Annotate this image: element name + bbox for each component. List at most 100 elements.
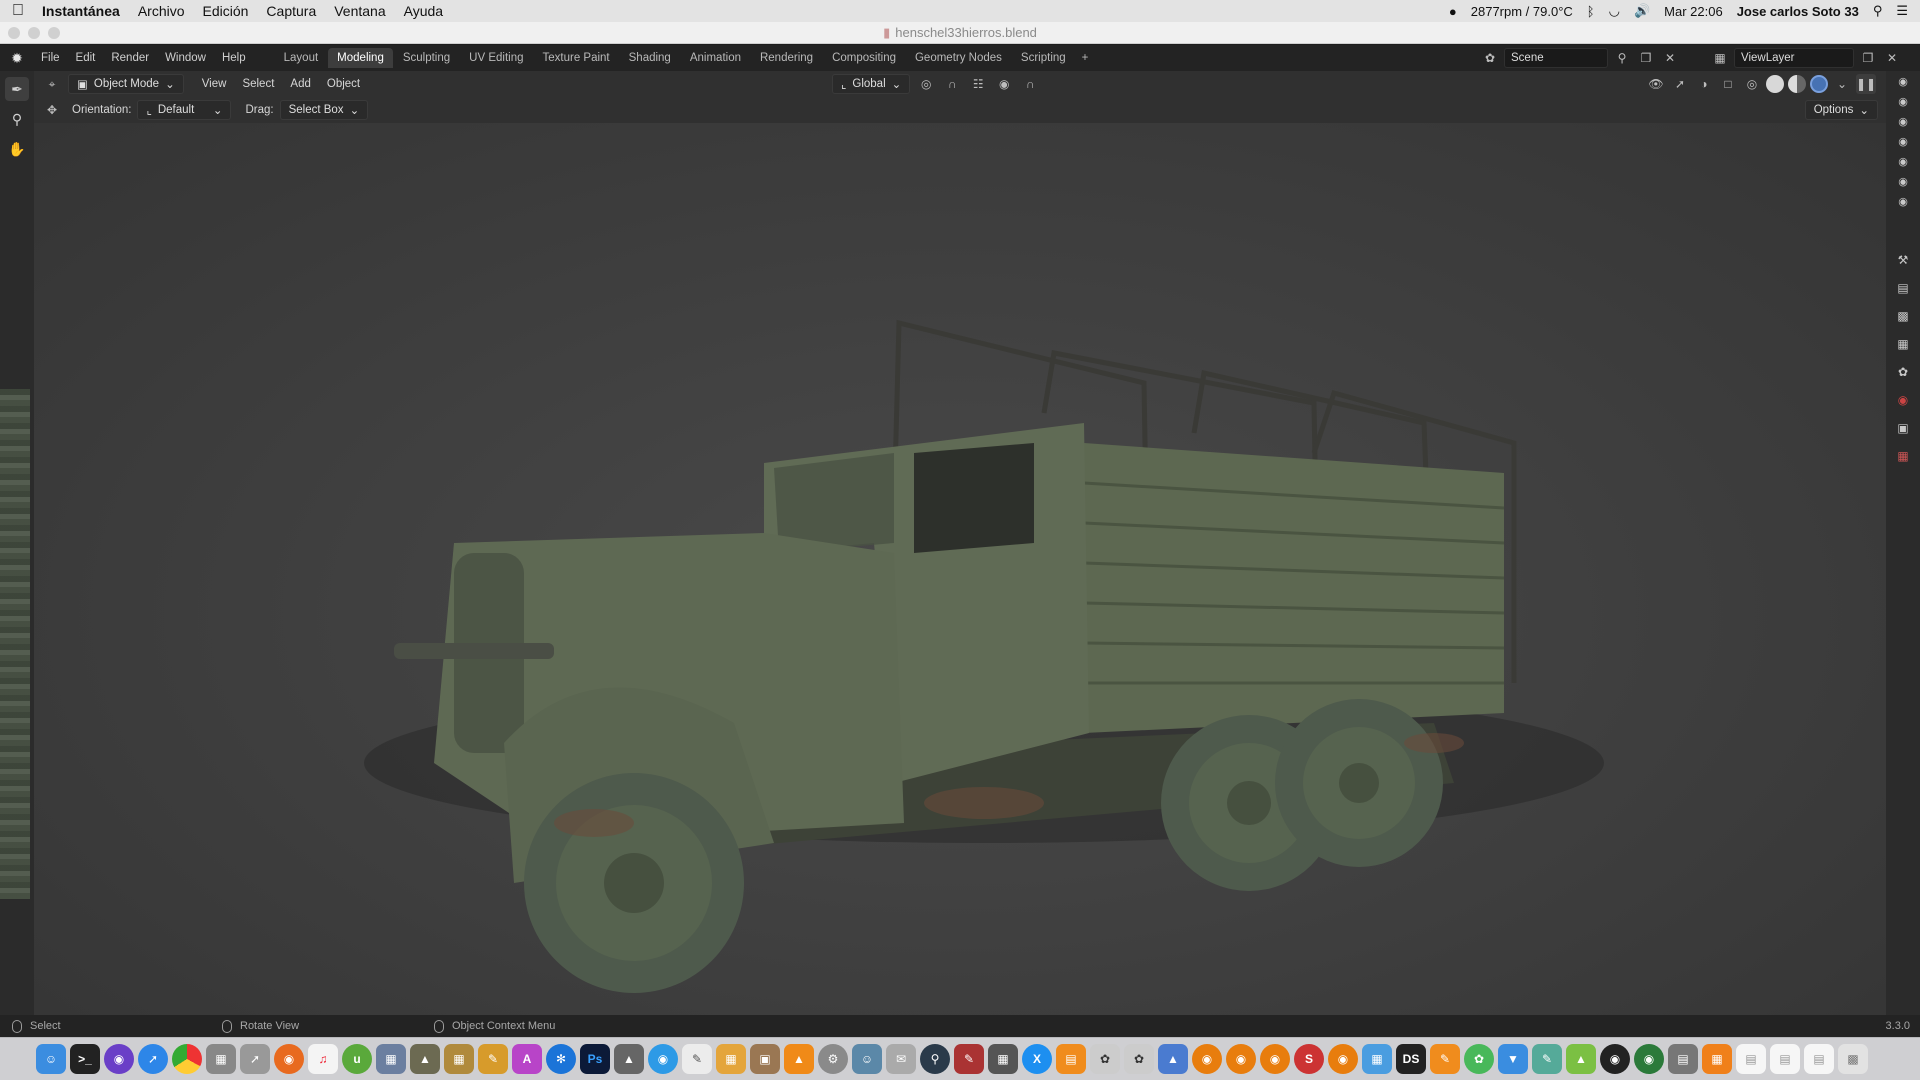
- view-layer-name-field[interactable]: ViewLayer: [1734, 48, 1854, 68]
- blender-app-icon[interactable]: ◉: [1260, 1044, 1290, 1074]
- mac-menu-ventana[interactable]: Ventana: [334, 3, 385, 19]
- siri-icon[interactable]: ◉: [104, 1044, 134, 1074]
- rendered-shading-icon[interactable]: [1810, 75, 1828, 93]
- world-properties-icon[interactable]: ◉: [1893, 393, 1913, 413]
- app-icon[interactable]: ✿: [1464, 1044, 1494, 1074]
- snap-icon[interactable]: ∩: [942, 74, 962, 94]
- app-icon[interactable]: ✉: [886, 1044, 916, 1074]
- visibility-icon[interactable]: 👁: [1646, 74, 1666, 94]
- tab-scripting[interactable]: Scripting: [1012, 48, 1075, 68]
- pin-tool-icon[interactable]: ✒: [5, 77, 29, 101]
- music-icon[interactable]: ♫: [308, 1044, 338, 1074]
- app-icon[interactable]: ✿: [1124, 1044, 1154, 1074]
- tab-layout[interactable]: Layout: [275, 48, 328, 68]
- apple-icon[interactable]: : [12, 2, 24, 20]
- mac-menu-archivo[interactable]: Archivo: [138, 3, 185, 19]
- fan-status-icon[interactable]: ●: [1449, 4, 1457, 19]
- app-icon[interactable]: ◉: [1600, 1044, 1630, 1074]
- document-icon[interactable]: ▤: [1804, 1044, 1834, 1074]
- search-icon[interactable]: ⚲: [1873, 3, 1883, 19]
- app-icon[interactable]: ✎: [478, 1044, 508, 1074]
- app-icon[interactable]: ◉: [648, 1044, 678, 1074]
- app-icon[interactable]: ▤: [1668, 1044, 1698, 1074]
- add-workspace-button[interactable]: +: [1076, 48, 1095, 68]
- pin-icon[interactable]: ⚲: [1612, 48, 1632, 68]
- app-icon[interactable]: ▦: [1362, 1044, 1392, 1074]
- texture-properties-icon[interactable]: ▦: [1893, 449, 1913, 469]
- render-properties-icon[interactable]: ▤: [1893, 281, 1913, 301]
- zoom-tool-icon[interactable]: ⚲: [5, 107, 29, 131]
- clock[interactable]: Mar 22:06: [1664, 4, 1723, 19]
- app-icon[interactable]: ▼: [1498, 1044, 1528, 1074]
- mac-app-name[interactable]: Instantánea: [42, 3, 120, 19]
- menu-file[interactable]: File: [34, 49, 67, 67]
- header-menu-add[interactable]: Add: [282, 78, 318, 90]
- solid-shading-icon[interactable]: [1766, 75, 1784, 93]
- android-studio-icon[interactable]: ▲: [1566, 1044, 1596, 1074]
- daz-studio-icon[interactable]: DS: [1396, 1044, 1426, 1074]
- minimize-window-button[interactable]: [28, 27, 40, 39]
- document-icon[interactable]: ▤: [1736, 1044, 1766, 1074]
- camera-icon[interactable]: ◉: [1893, 195, 1913, 211]
- launchpad-icon[interactable]: ➚: [240, 1044, 270, 1074]
- tool-properties-icon[interactable]: ⚒: [1893, 253, 1913, 273]
- camera-icon[interactable]: ◉: [1893, 155, 1913, 171]
- overlays-icon[interactable]: ◑: [1694, 74, 1714, 94]
- finder-icon[interactable]: ☺: [36, 1044, 66, 1074]
- header-menu-select[interactable]: Select: [234, 78, 282, 90]
- books-icon[interactable]: ▤: [1056, 1044, 1086, 1074]
- tab-compositing[interactable]: Compositing: [823, 48, 905, 68]
- app-icon[interactable]: ▦: [988, 1044, 1018, 1074]
- editor-type-icon[interactable]: ⌖: [42, 74, 62, 94]
- firefox-icon[interactable]: ◉: [274, 1044, 304, 1074]
- tab-uv-editing[interactable]: UV Editing: [460, 48, 532, 68]
- new-scene-icon[interactable]: ❐: [1636, 48, 1656, 68]
- app-icon[interactable]: ▦: [1702, 1044, 1732, 1074]
- chrome-icon[interactable]: [172, 1044, 202, 1074]
- volume-icon[interactable]: 🔊: [1634, 3, 1650, 19]
- vlc-icon[interactable]: ▲: [784, 1044, 814, 1074]
- header-menu-view[interactable]: View: [194, 78, 235, 90]
- tab-shading[interactable]: Shading: [620, 48, 680, 68]
- app-icon[interactable]: ▲: [614, 1044, 644, 1074]
- camera-icon[interactable]: ◉: [1893, 75, 1913, 91]
- app-icon[interactable]: ▦: [376, 1044, 406, 1074]
- system-preferences-icon[interactable]: ⚙: [818, 1044, 848, 1074]
- app-icon[interactable]: ⚲: [920, 1044, 950, 1074]
- header-menu-object[interactable]: Object: [319, 78, 368, 90]
- document-icon[interactable]: ▤: [1770, 1044, 1800, 1074]
- wireframe-shading-icon[interactable]: ◎: [1742, 74, 1762, 94]
- app-icon[interactable]: ▲: [410, 1044, 440, 1074]
- app-icon[interactable]: ▣: [750, 1044, 780, 1074]
- options-dropdown[interactable]: Options ⌄: [1804, 100, 1878, 120]
- menu-help[interactable]: Help: [215, 49, 253, 67]
- app-icon[interactable]: ✎: [1532, 1044, 1562, 1074]
- scene-icon[interactable]: ✿: [1480, 48, 1500, 68]
- blender-app-icon[interactable]: ◉: [1226, 1044, 1256, 1074]
- app-icon[interactable]: ✎: [1430, 1044, 1460, 1074]
- control-center-icon[interactable]: ☰: [1896, 3, 1908, 19]
- menu-render[interactable]: Render: [104, 49, 156, 67]
- snap-target-icon[interactable]: ☷: [968, 74, 988, 94]
- bluetooth-icon[interactable]: ᛒ: [1587, 4, 1595, 19]
- shading-options-icon[interactable]: ⌄: [1832, 74, 1852, 94]
- blender-app-icon[interactable]: ◉: [1192, 1044, 1222, 1074]
- drag-dropdown[interactable]: Select Box ⌄: [279, 100, 369, 120]
- wifi-icon[interactable]: ◡: [1609, 3, 1620, 19]
- close-window-button[interactable]: [8, 27, 20, 39]
- xray-icon[interactable]: □: [1718, 74, 1738, 94]
- app-icon[interactable]: S: [1294, 1044, 1324, 1074]
- object-mode-dropdown[interactable]: ▣ Object Mode ⌄: [68, 74, 184, 94]
- affinity-icon[interactable]: A: [512, 1044, 542, 1074]
- 3d-viewport[interactable]: [34, 123, 1886, 1015]
- fan-status[interactable]: 2877rpm / 79.0°C: [1471, 4, 1573, 19]
- mac-menu-captura[interactable]: Captura: [266, 3, 316, 19]
- mac-menu-ayuda[interactable]: Ayuda: [404, 3, 443, 19]
- hand-tool-icon[interactable]: ✋: [5, 137, 29, 161]
- collection-properties-icon[interactable]: ▣: [1893, 421, 1913, 441]
- app-icon[interactable]: ✎: [682, 1044, 712, 1074]
- photoshop-icon[interactable]: Ps: [580, 1044, 610, 1074]
- tab-animation[interactable]: Animation: [681, 48, 750, 68]
- camera-icon[interactable]: ◉: [1893, 175, 1913, 191]
- delete-view-layer-icon[interactable]: ✕: [1882, 48, 1902, 68]
